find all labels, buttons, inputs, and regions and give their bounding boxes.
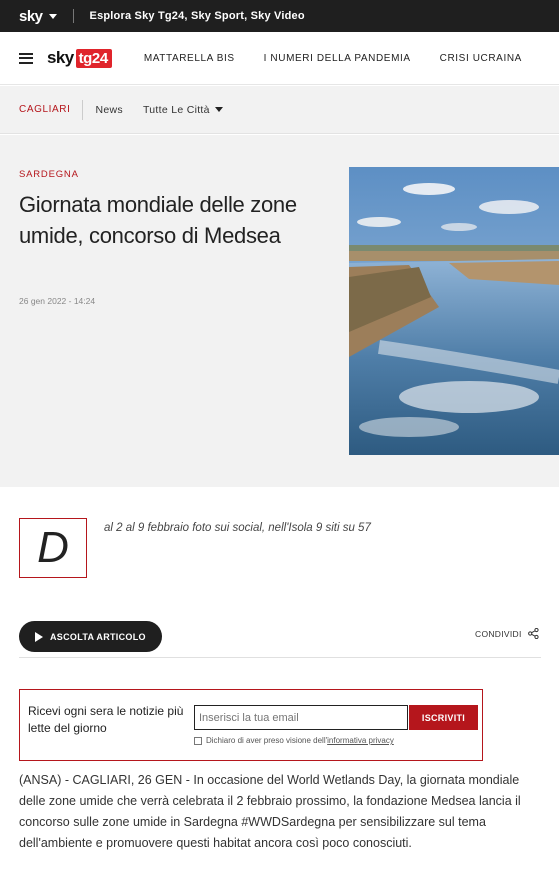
article-date: 26 gen 2022 - 14:24: [19, 296, 96, 306]
top-bar: sky Esplora Sky Tg24, Sky Sport, Sky Vid…: [0, 0, 559, 32]
brand-tg24: tg24: [75, 48, 112, 68]
nav-links: MATTARELLA BIS I NUMERI DELLA PANDEMIA C…: [144, 53, 551, 64]
privacy-link[interactable]: informativa privacy: [327, 736, 394, 745]
privacy-consent: Dichiaro di aver preso visione dell' inf…: [194, 736, 394, 745]
article-body: (ANSA) - CAGLIARI, 26 GEN - In occasione…: [19, 773, 521, 850]
wetland-image: [349, 167, 559, 455]
explore-link[interactable]: Esplora Sky Tg24, Sky Sport, Sky Video: [90, 10, 305, 22]
consent-checkbox[interactable]: [194, 736, 202, 745]
chevron-down-icon[interactable]: [48, 13, 57, 19]
local-bar: CAGLIARI News Tutte Le Città: [0, 86, 559, 134]
listen-label: ASCOLTA ARTICOLO: [50, 631, 146, 642]
drop-cap: D: [19, 518, 87, 578]
play-icon: [35, 631, 43, 642]
share-label: CONDIVIDI: [475, 628, 522, 639]
divider: [82, 99, 84, 120]
nav-link-pandemia[interactable]: I NUMERI DELLA PANDEMIA: [264, 53, 411, 64]
article-kicker[interactable]: SARDEGNA: [19, 169, 79, 180]
article-title: Giornata mondiale delle zone umide, conc…: [19, 192, 297, 248]
sky-tg24-logo[interactable]: sky tg24: [47, 48, 112, 68]
article-hero: SARDEGNA Giornata mondiale delle zone um…: [0, 135, 559, 487]
share-button[interactable]: CONDIVIDI: [475, 628, 539, 639]
nav-link-ucraina[interactable]: CRISI UCRAINA: [440, 53, 522, 64]
brand-sky: sky: [47, 48, 74, 67]
news-link[interactable]: News: [95, 104, 122, 116]
email-input[interactable]: [194, 705, 408, 730]
main-nav: sky tg24 MATTARELLA BIS I NUMERI DELLA P…: [0, 32, 559, 85]
consent-text: Dichiaro di aver preso visione dell': [206, 736, 328, 745]
nav-link-mattarella[interactable]: MATTARELLA BIS: [144, 53, 235, 64]
caret-down-icon: [214, 107, 223, 112]
share-icon: [527, 628, 539, 639]
newsletter-text: Ricevi ogni sera le notizie più lette de…: [28, 704, 184, 735]
sky-logo[interactable]: sky: [19, 8, 43, 25]
divider: [72, 9, 74, 23]
city-link[interactable]: CAGLIARI: [19, 104, 70, 115]
subscribe-button[interactable]: ISCRIVITI: [409, 705, 478, 730]
article-photo: [349, 167, 559, 455]
menu-icon[interactable]: [19, 52, 33, 64]
divider: [19, 657, 541, 658]
all-cities-label: Tutte Le Città: [142, 103, 210, 116]
article-subtitle: al 2 al 9 febbraio foto sui social, nell…: [104, 522, 371, 534]
newsletter-box: Ricevi ogni sera le notizie più lette de…: [19, 689, 483, 761]
all-cities-dropdown[interactable]: Tutte Le Città: [143, 104, 223, 116]
listen-article-button[interactable]: ASCOLTA ARTICOLO: [19, 621, 162, 652]
